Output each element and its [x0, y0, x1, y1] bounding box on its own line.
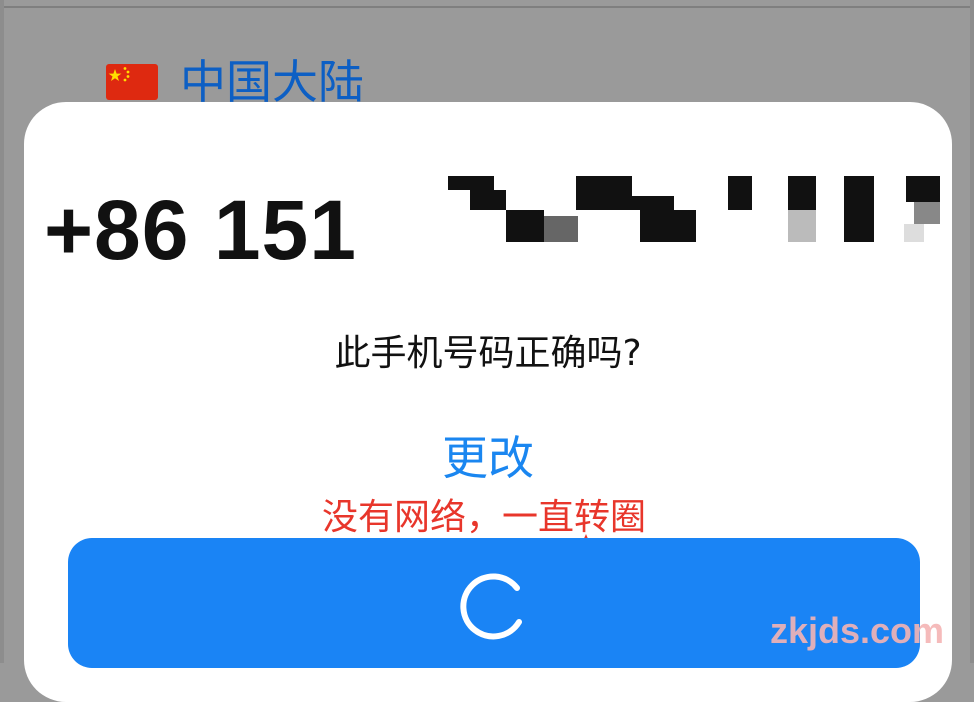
top-divider [0, 6, 974, 8]
phone-number-row: +86 151 [44, 176, 940, 280]
region-label: 中国大陆 [180, 55, 364, 109]
watermark: zkjds.com [770, 610, 945, 651]
china-flag-icon [106, 64, 158, 100]
right-edge [970, 0, 974, 663]
confirm-question: 此手机号码正确吗? [334, 333, 642, 374]
spinner-icon [460, 573, 522, 640]
left-edge [0, 0, 4, 663]
change-number-button[interactable]: 更改 [24, 422, 952, 488]
change-button-label: 更改 [442, 431, 534, 485]
phone-number: +86 151 [44, 182, 357, 277]
